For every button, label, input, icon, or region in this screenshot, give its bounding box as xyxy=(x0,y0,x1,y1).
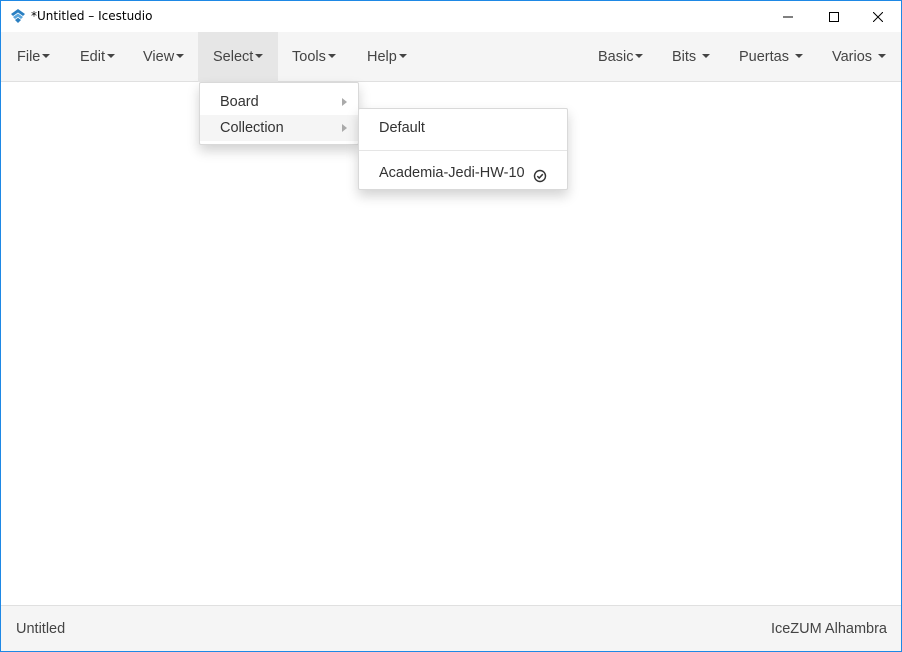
collection-academia-item[interactable]: Academia-Jedi-HW-10 xyxy=(359,160,567,186)
collection-default-label: Default xyxy=(379,120,425,136)
menu-view-label: View xyxy=(143,49,175,65)
select-board-label: Board xyxy=(220,94,259,110)
caret-down-icon xyxy=(635,54,644,59)
minimize-button[interactable] xyxy=(765,1,811,32)
caret-down-icon xyxy=(176,54,185,59)
menu-puertas-label: Puertas xyxy=(739,49,789,65)
menu-bar: File Edit View Select Tools Help Basic B… xyxy=(1,32,901,82)
minimize-icon xyxy=(783,16,793,17)
collection-academia-label: Academia-Jedi-HW-10 xyxy=(379,165,525,181)
menu-file-label: File xyxy=(17,49,41,65)
caret-down-icon xyxy=(702,54,711,59)
menu-varios-label: Varios xyxy=(832,49,873,65)
close-button[interactable] xyxy=(855,1,901,32)
collection-submenu: Default Academia-Jedi-HW-10 xyxy=(358,108,568,190)
divider xyxy=(359,150,567,151)
menu-view[interactable]: View xyxy=(128,32,199,82)
caret-down-icon xyxy=(42,54,51,59)
menu-bits-label: Bits xyxy=(672,49,697,65)
window-title: *Untitled – Icestudio xyxy=(31,9,153,23)
menu-tools[interactable]: Tools xyxy=(277,32,351,82)
collection-default-item[interactable]: Default xyxy=(359,115,567,141)
select-board-item[interactable]: Board xyxy=(200,89,358,115)
menu-edit-label: Edit xyxy=(80,49,105,65)
menu-help[interactable]: Help xyxy=(352,32,422,82)
caret-down-icon xyxy=(255,54,264,59)
menu-select[interactable]: Select xyxy=(198,32,278,82)
maximize-button[interactable] xyxy=(811,1,857,32)
menu-file[interactable]: File xyxy=(2,32,65,82)
maximize-icon xyxy=(829,11,839,22)
caret-down-icon xyxy=(878,54,887,59)
select-dropdown: Board Collection xyxy=(199,82,359,145)
caret-down-icon xyxy=(327,54,336,59)
status-board[interactable]: IceZUM Alhambra xyxy=(771,606,887,652)
menu-basic[interactable]: Basic xyxy=(583,32,658,82)
title-bar[interactable]: *Untitled – Icestudio xyxy=(1,1,901,32)
check-circle-icon xyxy=(533,166,547,183)
menu-varios[interactable]: Varios xyxy=(817,32,901,82)
caret-right-icon xyxy=(342,124,347,132)
menu-bits[interactable]: Bits xyxy=(657,32,725,82)
caret-down-icon xyxy=(398,54,407,59)
close-icon xyxy=(873,11,883,22)
caret-right-icon xyxy=(342,98,347,106)
select-collection-item[interactable]: Collection xyxy=(200,115,358,141)
icestudio-logo-icon xyxy=(10,8,26,24)
select-collection-label: Collection xyxy=(220,120,284,136)
menu-select-label: Select xyxy=(213,49,254,65)
menu-edit[interactable]: Edit xyxy=(65,32,130,82)
status-filename: Untitled xyxy=(16,621,66,637)
menu-puertas[interactable]: Puertas xyxy=(724,32,818,82)
caret-down-icon xyxy=(794,54,803,59)
app-window: *Untitled – Icestudio File Edit View Sel… xyxy=(0,0,902,652)
caret-down-icon xyxy=(107,54,115,59)
status-bar: Untitled IceZUM Alhambra xyxy=(1,605,901,651)
menu-tools-label: Tools xyxy=(292,49,326,65)
menu-basic-label: Basic xyxy=(598,49,634,65)
menu-help-label: Help xyxy=(367,49,397,65)
